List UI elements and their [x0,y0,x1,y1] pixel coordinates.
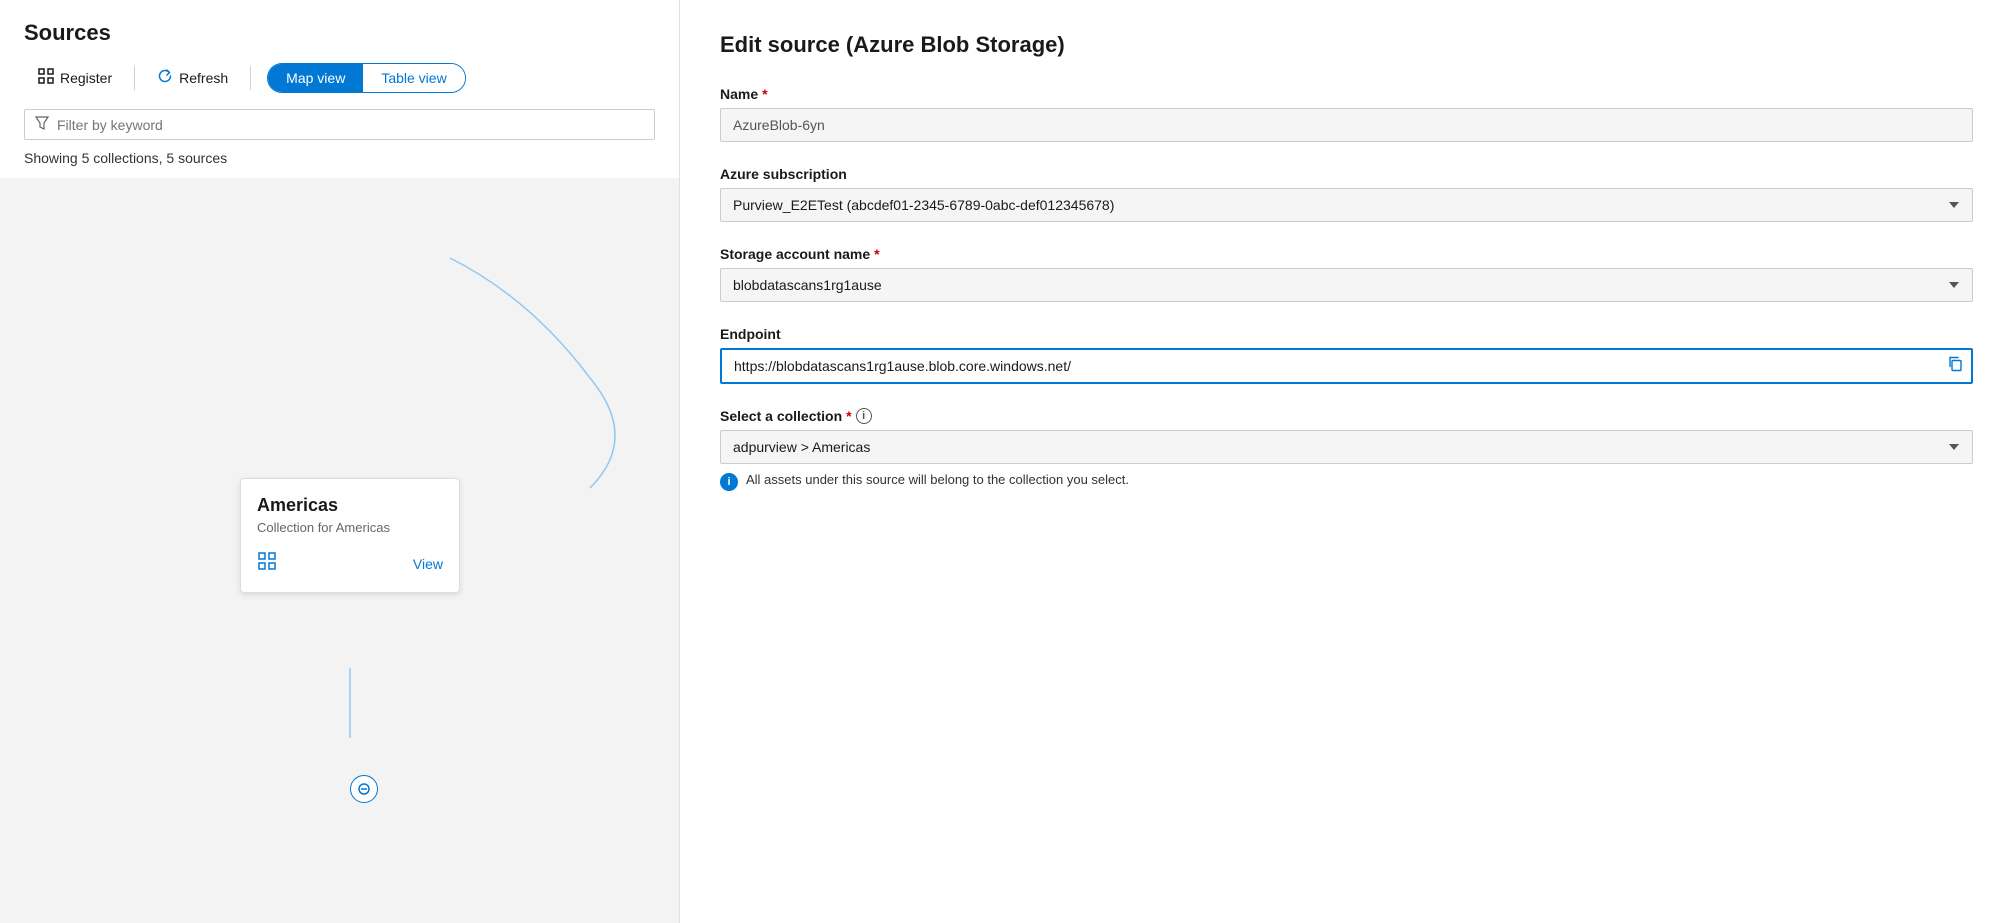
left-header: Sources Register [0,0,679,109]
copy-icon[interactable] [1947,356,1963,377]
storage-account-required-star: * [874,246,879,262]
storage-account-select[interactable]: blobdatascans1rg1ause [720,268,1973,302]
right-panel: Edit source (Azure Blob Storage) Name * … [680,0,2013,923]
map-area[interactable]: Americas Collection for Americas View [0,178,679,923]
card-grid-icon [257,551,277,576]
storage-account-label: Storage account name * [720,246,1973,262]
collection-info-icon[interactable]: i [856,408,872,424]
name-field: Name * [720,86,1973,142]
collection-select-wrapper: adpurview > Americas [720,430,1973,464]
filter-icon [35,116,49,133]
collection-info-text: All assets under this source will belong… [746,472,1129,487]
select-collection-label: Select a collection * i [720,408,1973,424]
azure-subscription-select[interactable]: Purview_E2ETest (abcdef01-2345-6789-0abc… [720,188,1973,222]
toolbar: Register Refresh Map view Table view [24,62,655,93]
name-input[interactable] [720,108,1973,142]
table-view-button[interactable]: Table view [363,64,464,92]
endpoint-input[interactable] [720,348,1973,384]
collection-card: Americas Collection for Americas View [240,478,460,593]
zoom-minus-button[interactable] [350,775,378,803]
card-title: Americas [257,495,443,516]
name-label: Name * [720,86,1973,102]
endpoint-field: Endpoint [720,326,1973,384]
azure-subscription-select-wrapper: Purview_E2ETest (abcdef01-2345-6789-0abc… [720,188,1973,222]
grid-icon [38,68,54,87]
azure-subscription-field: Azure subscription Purview_E2ETest (abcd… [720,166,1973,222]
storage-account-select-wrapper: blobdatascans1rg1ause [720,268,1973,302]
view-toggle: Map view Table view [267,63,466,93]
filter-bar [24,109,655,140]
card-footer: View [257,551,443,576]
toolbar-separator [134,66,135,90]
name-required-star: * [762,86,767,102]
edit-panel-title: Edit source (Azure Blob Storage) [720,32,1973,58]
collection-info-message: i All assets under this source will belo… [720,472,1973,491]
select-collection-field: Select a collection * i adpurview > Amer… [720,408,1973,491]
refresh-icon [157,68,173,87]
toolbar-separator-2 [250,66,251,90]
filter-input[interactable] [57,117,644,133]
card-subtitle: Collection for Americas [257,520,443,535]
page-title: Sources [24,20,655,46]
refresh-label: Refresh [179,70,228,86]
collection-select[interactable]: adpurview > Americas [720,430,1973,464]
register-button[interactable]: Register [24,62,126,93]
card-view-link[interactable]: View [413,556,443,572]
left-panel: Sources Register [0,0,680,923]
endpoint-wrapper [720,348,1973,384]
collection-required-star: * [846,408,851,424]
endpoint-label: Endpoint [720,326,1973,342]
info-circle-icon: i [720,473,738,491]
refresh-button[interactable]: Refresh [143,62,242,93]
azure-subscription-label: Azure subscription [720,166,1973,182]
map-view-button[interactable]: Map view [268,64,363,92]
storage-account-field: Storage account name * blobdatascans1rg1… [720,246,1973,302]
register-label: Register [60,70,112,86]
collection-count: Showing 5 collections, 5 sources [0,150,679,178]
